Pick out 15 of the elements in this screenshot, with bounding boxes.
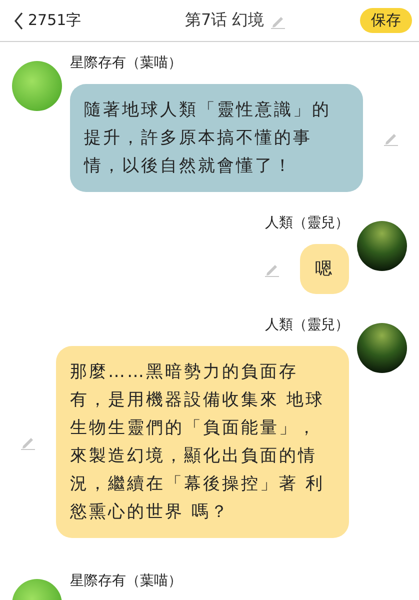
word-count: 2751字	[28, 11, 82, 30]
back-chevron-icon[interactable]	[14, 12, 24, 30]
sender-name: 人類（靈兒）	[265, 214, 349, 232]
sender-name: 星際存有（葉喵）	[70, 572, 182, 590]
back-button[interactable]: 2751字	[14, 11, 82, 30]
message-bubble: 隨著地球人類「靈性意識」的提升，許多原本搞不懂的事情，以後自然就會懂了！	[70, 84, 363, 192]
message-bubble: 嗯	[300, 244, 349, 294]
sender-name: 星際存有（葉喵）	[70, 54, 183, 72]
chapter-title: 第7话 幻境	[184, 10, 264, 31]
save-button[interactable]: 保存	[360, 8, 412, 33]
avatar	[357, 323, 407, 373]
avatar	[12, 61, 62, 111]
message-bubble: 那麼……黑暗勢力的負面存有，是用機器設備收集來 地球生物生靈們的「負面能量」，來製造幻境，顯化出負面的情況，繼續在「幕後操控」著 利慾熏心的世界 嗎？	[56, 346, 349, 538]
avatar	[357, 221, 407, 271]
sender-name: 人類（靈兒）	[265, 316, 349, 334]
